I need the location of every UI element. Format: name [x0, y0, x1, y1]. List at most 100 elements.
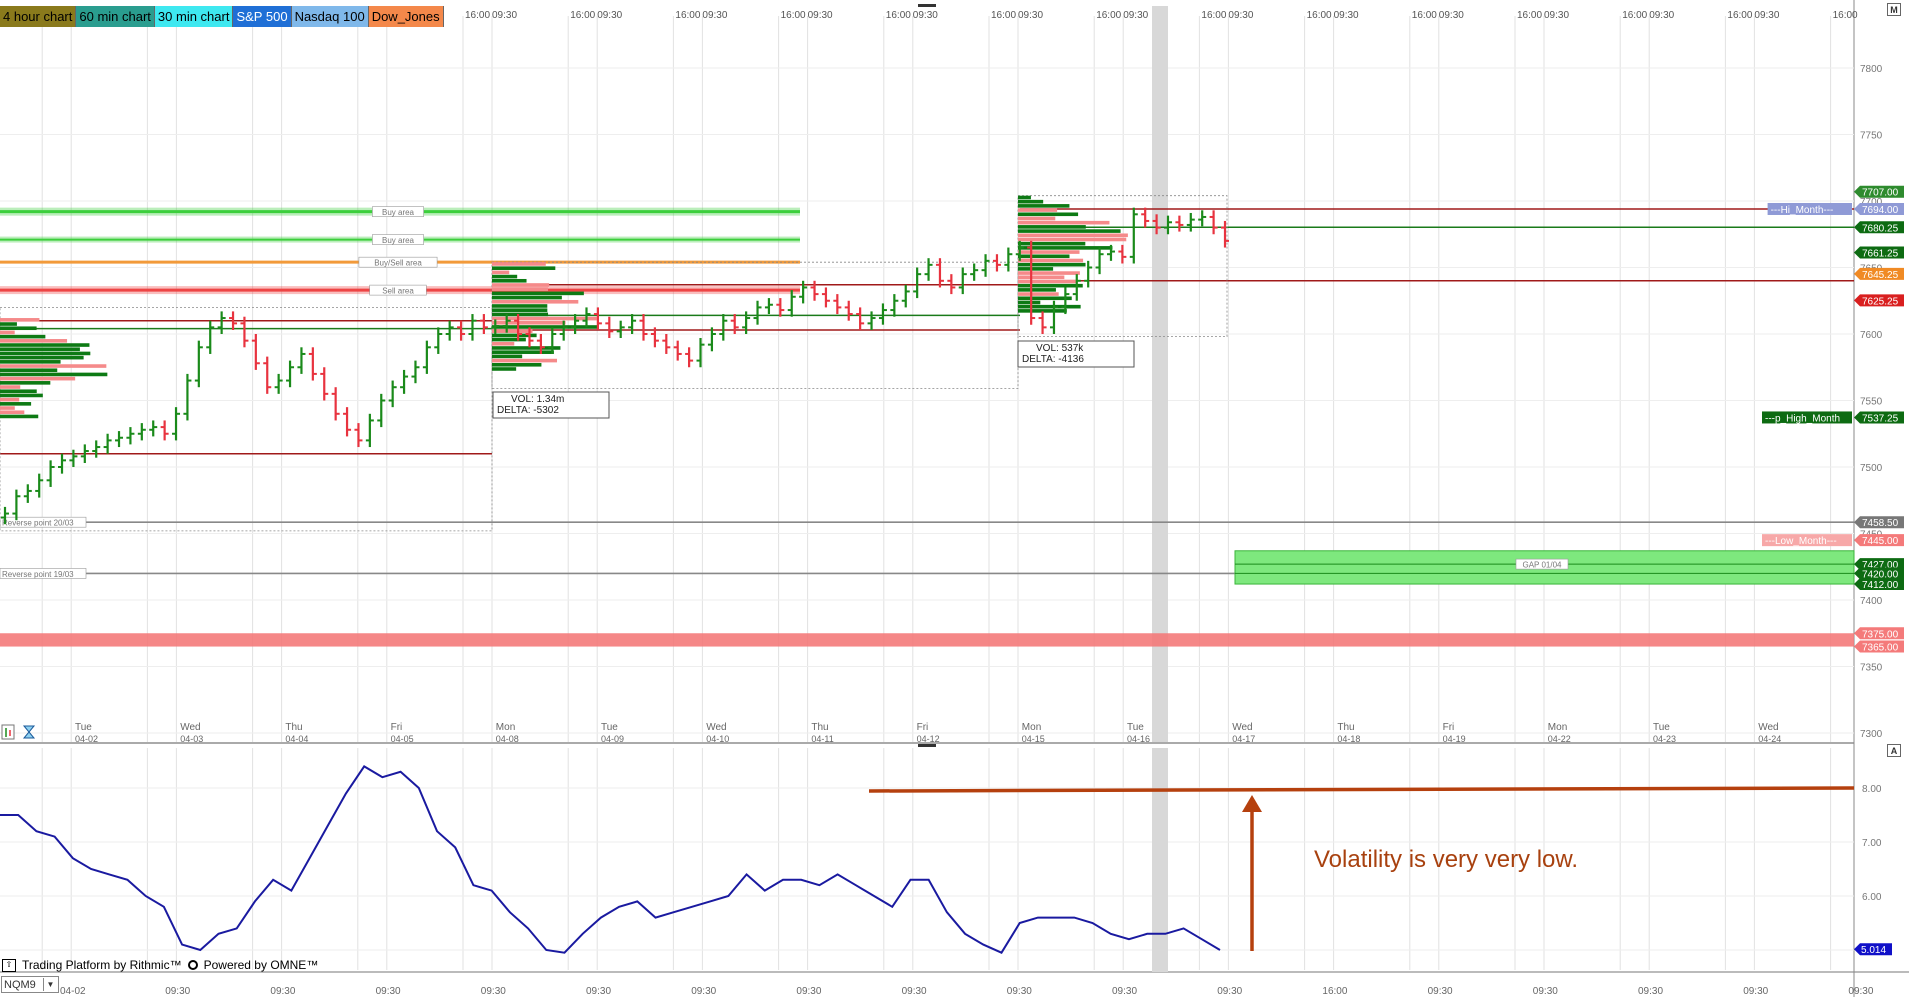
- date-label: 04-16: [1127, 734, 1150, 744]
- volume-profile-bar: [1018, 271, 1080, 275]
- volume-profile-bar: [1018, 296, 1072, 301]
- day-label: Fri: [917, 722, 929, 733]
- date-label: 04-22: [1548, 734, 1571, 744]
- tab-nasdaq-100[interactable]: Nasdaq 100: [291, 6, 369, 27]
- top-time-tick: 09:30: [1334, 10, 1359, 21]
- price-tag-text: 7458.50: [1862, 518, 1899, 529]
- day-label: Tue: [1653, 722, 1670, 733]
- bottom-time-tick: 09:30: [1428, 986, 1453, 997]
- bottom-time-tick: 09:30: [1533, 986, 1558, 997]
- pane-resize-handle: [918, 4, 936, 7]
- volume-profile-bar: [492, 320, 566, 325]
- volume-profile-bar: [492, 312, 549, 317]
- price-tag: 7625.25: [1854, 294, 1904, 307]
- volume-profile-bar: [0, 385, 21, 389]
- bottom-time-tick: 09:30: [376, 986, 401, 997]
- bottom-time-tick: 09:30: [481, 986, 506, 997]
- volume-profile-bar: [1018, 212, 1079, 217]
- top-time-tick: 09:30: [1439, 10, 1464, 21]
- price-tag: 7645.25: [1854, 267, 1904, 281]
- tab-4-hour-chart[interactable]: 4 hour chart: [0, 6, 77, 27]
- tab-30-min-chart[interactable]: 30 min chart: [154, 6, 234, 27]
- price-tag-text: 7680.25: [1862, 223, 1899, 234]
- day-label: Thu: [285, 722, 302, 733]
- volume-profile-bar: [0, 402, 32, 406]
- volume-profile-bar: [492, 262, 546, 266]
- date-label: 04-23: [1653, 734, 1676, 744]
- status-rithmic-label: Trading Platform by Rithmic™: [22, 958, 182, 972]
- day-label: Mon: [1022, 722, 1041, 733]
- tab-sp500[interactable]: S&P 500: [233, 6, 292, 27]
- price-axis-tick: 7600: [1860, 330, 1883, 341]
- top-time-tick: 09:30: [1544, 10, 1569, 21]
- symbol-selector[interactable]: NQM9 ▼: [1, 976, 59, 993]
- volume-profile-bar: [1018, 267, 1054, 271]
- price-tag-text: 7365.00: [1862, 643, 1899, 654]
- top-time-tick: 16:00: [465, 10, 490, 21]
- volume-profile-bar: [1018, 204, 1070, 208]
- level-label-text: Reverse point 19/03: [2, 570, 74, 579]
- price-tag: 7707.00: [1854, 185, 1904, 199]
- day-label: Tue: [1127, 722, 1144, 733]
- top-time-tick: 09:30: [808, 10, 833, 21]
- tab-dow-jones[interactable]: Dow_Jones: [368, 6, 444, 27]
- price-axis-tick: 7400: [1860, 596, 1883, 607]
- volume-profile-bar: [0, 410, 25, 415]
- bottom-time-tick: 09:30: [270, 986, 295, 997]
- volume-profile-bar: [492, 291, 584, 296]
- chart-area[interactable]: 16:00 09:30 16:00 09:30 16:00 09:30 16:00 09:30…: [0, 0, 1909, 997]
- axis-line-label: ---p_High_Month: [1762, 411, 1852, 424]
- volume-profile-bar: [492, 325, 598, 329]
- volume-profile-bar: [0, 381, 51, 385]
- date-label: 04-08: [496, 734, 519, 744]
- chevron-down-icon[interactable]: ▼: [43, 978, 57, 991]
- price-tag: 7680.25: [1854, 221, 1904, 234]
- top-time-tick: 16:00: [1622, 10, 1647, 21]
- day-label: Wed: [1232, 722, 1252, 733]
- top-time-tick: 16:00: [1727, 10, 1752, 21]
- autoscale-button[interactable]: A: [1887, 744, 1901, 757]
- day-label: Wed: [180, 722, 200, 733]
- price-tag: 7412.00: [1854, 578, 1904, 591]
- delta-text: DELTA: -5302: [497, 405, 559, 416]
- status-omne-label: Powered by OMNE™: [203, 958, 319, 972]
- bottom-time-tick: 09:30: [1007, 986, 1032, 997]
- delta-text: DELTA: -4136: [1022, 354, 1084, 365]
- day-label: Mon: [1548, 722, 1567, 733]
- price-tag-text: 7694.00: [1862, 205, 1899, 216]
- volume-profile-bar: [1018, 258, 1084, 263]
- volume-profile-bar: [492, 341, 515, 346]
- volume-profile-bar: [0, 318, 40, 322]
- price-tag-text: 7661.25: [1862, 249, 1899, 260]
- bottom-time-tick: 09:30: [902, 986, 927, 997]
- price-chart-canvas[interactable]: 16:00 09:30 16:00 09:30 16:00 09:30 16:00 09:30…: [0, 0, 1909, 997]
- volume-text: VOL: 537k: [1036, 343, 1084, 354]
- volume-profile-bar: [0, 330, 15, 335]
- volume-profile-bar: [492, 295, 562, 300]
- day-label: Thu: [1337, 722, 1354, 733]
- volume-profile-bar: [1018, 208, 1058, 212]
- volume-profile-bar: [0, 406, 15, 410]
- volume-profile-bar: [1018, 241, 1086, 246]
- price-axis-tick: 7500: [1860, 463, 1883, 474]
- price-axis-tick: 7550: [1860, 397, 1883, 408]
- buy-area-label: Buy area: [372, 234, 424, 245]
- volume-profile-bar: [492, 304, 548, 308]
- maximize-button[interactable]: M: [1887, 3, 1901, 16]
- date-label: 04-02: [75, 734, 98, 744]
- volume-profile-bar: [1018, 304, 1081, 309]
- volume-profile-bar: [1018, 279, 1077, 284]
- bottom-time-tick: 09:30: [1848, 986, 1873, 997]
- volume-profile-bar: [492, 358, 558, 363]
- price-tag-text: 7445.00: [1862, 536, 1899, 547]
- price-axis-tick: 7300: [1860, 729, 1883, 740]
- day-label: Wed: [706, 722, 726, 733]
- date-label: 04-09: [601, 734, 624, 744]
- bottom-time-tick: 09:30: [1112, 986, 1137, 997]
- volume-profile-bar: [1018, 250, 1080, 254]
- date-label: 04-10: [706, 734, 729, 744]
- day-label: Tue: [601, 722, 618, 733]
- date-label: 04-18: [1337, 734, 1360, 744]
- tab-60-min-chart[interactable]: 60 min chart: [76, 6, 155, 27]
- top-time-tick: 09:30: [913, 10, 938, 21]
